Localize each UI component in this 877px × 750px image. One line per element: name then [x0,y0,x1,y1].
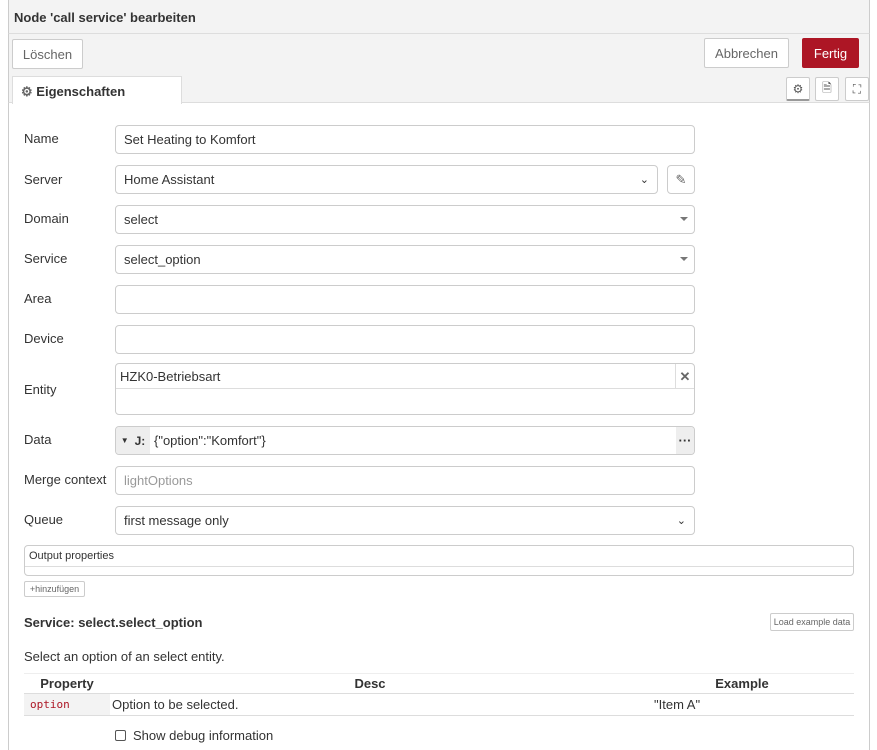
domain-value: select [124,212,158,227]
add-label: hinzufügen [35,584,80,594]
server-label: Server [24,172,63,187]
service-title: Service: select.select_option [24,615,203,630]
done-button[interactable]: Fertig [802,38,859,68]
header-example: Example [715,676,769,691]
type-selector[interactable]: ▼ J: [116,427,150,454]
header-property: Property [40,676,94,691]
document-icon[interactable]: 🗎 [815,77,839,101]
service-description: Select an option of an select entity. [24,649,225,664]
close-icon[interactable]: ✕ [675,364,694,389]
chevron-down-icon: ⌄ [639,174,649,186]
more-icon[interactable]: ··· [676,427,694,454]
merge-context-input[interactable]: lightOptions [115,466,695,495]
service-label: Service [24,251,68,266]
caret-down-icon [680,217,688,221]
cancel-button[interactable]: Abbrechen [704,38,789,68]
data-label: Data [24,432,52,447]
domain-select[interactable]: select [115,205,695,234]
area-input[interactable] [115,285,695,314]
caret-down-icon [680,257,688,261]
header-desc: Desc [354,676,386,691]
output-properties-title: Output properties [25,546,853,567]
debug-option[interactable]: Show debug information [115,728,273,743]
data-input[interactable]: ▼ J: {"option":"Komfort"} ··· [115,426,695,455]
edit-server-button[interactable]: ✎ [667,165,695,194]
add-output-button[interactable]: + hinzufügen [24,581,85,597]
name-input[interactable]: Set Heating to Komfort [115,125,695,154]
service-fields-table: Property Desc Example option Option to b… [24,673,854,716]
entity-value: HZK0-Betriebsart [120,369,221,384]
entity-tag: HZK0-Betriebsart [116,364,694,389]
pencil-icon: ✎ [675,171,687,187]
load-example-button[interactable]: Load example data [770,613,854,631]
debug-checkbox[interactable] [115,730,126,741]
queue-label: Queue [24,512,64,527]
server-select[interactable]: Home Assistant ⌄ [115,165,658,194]
service-value: select_option [124,252,201,267]
queue-select[interactable]: first message only ⌄ [115,506,695,535]
server-value: Home Assistant [124,172,215,187]
output-properties-list: Output properties [24,545,854,576]
property-cell: option [24,693,110,716]
dialog-title: Node 'call service' bearbeiten [14,10,196,25]
delete-button[interactable]: Löschen [12,39,83,69]
example-cell: "Item A" [654,697,701,712]
type-label: J: [134,433,146,448]
service-select[interactable]: select_option [115,245,695,274]
tab-label: Eigenschaften [36,84,126,99]
area-label: Area [24,291,52,306]
device-input[interactable] [115,325,695,354]
entity-input[interactable]: HZK0-Betriebsart ✕ [115,363,695,415]
name-label: Name [24,131,59,146]
chevron-down-icon: ⌄ [676,515,686,527]
queue-value: first message only [124,513,229,528]
caret-down-icon: ▼ [120,436,129,445]
gear-icon[interactable]: ⚙ [786,77,810,101]
frame-icon[interactable]: ⛶ [845,77,869,101]
device-label: Device [24,331,64,346]
debug-label: Show debug information [133,728,274,743]
merge-context-label: Merge context [24,472,107,487]
desc-cell: Option to be selected. [112,697,239,712]
data-value: {"option":"Komfort"} [154,433,266,448]
domain-label: Domain [24,211,69,226]
tab-properties[interactable]: ⚙ Eigenschaften [12,76,182,104]
gear-icon: ⚙ [21,84,33,99]
table-row: option Option to be selected. "Item A" [24,693,854,716]
entity-label: Entity [24,382,57,397]
